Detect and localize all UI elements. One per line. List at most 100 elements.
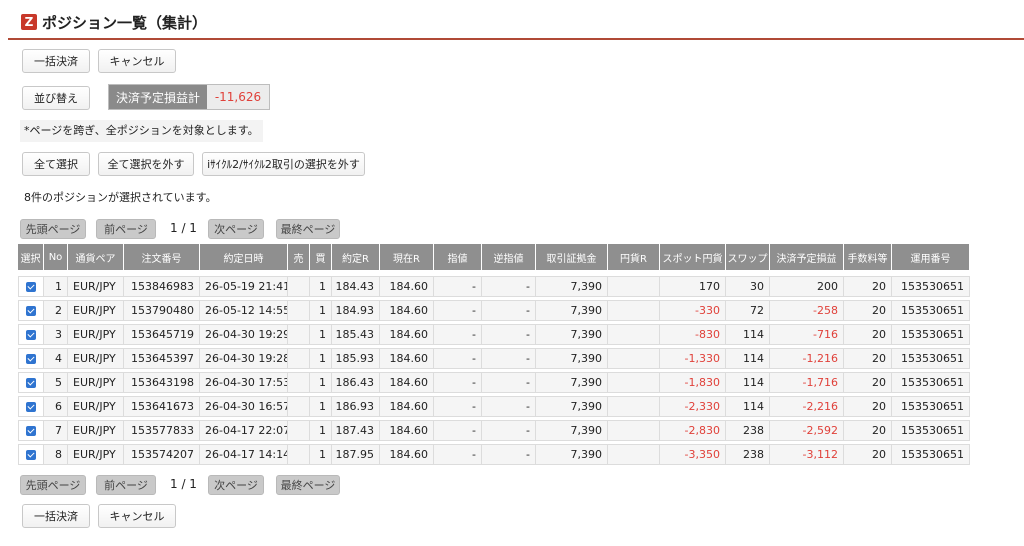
row-select-cell[interactable] (18, 300, 44, 321)
cell-buy: 1 (310, 348, 332, 369)
pager-next-button-top[interactable]: 次ページ (208, 219, 264, 239)
cell-order-no: 153641673 (124, 396, 200, 417)
pager-last-button-top[interactable]: 最終ページ (276, 219, 340, 239)
cell-current-rate: 184.60 (380, 372, 434, 393)
row-select-cell[interactable] (18, 276, 44, 297)
cell-limit: - (434, 324, 482, 345)
cell-stop: - (482, 276, 536, 297)
col-pair: 通貨ペア (68, 244, 124, 270)
settle-all-button-bottom[interactable]: 一括決済 (22, 504, 90, 528)
cell-exec-rate: 187.95 (332, 444, 380, 465)
brand-logo-icon: Z (21, 14, 37, 30)
cell-pair: EUR/JPY (68, 396, 124, 417)
cell-spot-yen: -2,830 (660, 420, 726, 441)
cell-pair: EUR/JPY (68, 300, 124, 321)
cell-pl: -1,216 (770, 348, 844, 369)
checkbox-checked-icon[interactable] (26, 401, 36, 412)
cell-limit: - (434, 420, 482, 441)
cell-spot-yen: -3,350 (660, 444, 726, 465)
table-row: 4 EUR/JPY 153645397 26-04-30 19:28 1 185… (18, 348, 970, 369)
checkbox-checked-icon[interactable] (26, 377, 36, 388)
pager-last-button-bottom[interactable]: 最終ページ (276, 475, 340, 495)
cell-no: 1 (44, 276, 68, 297)
cell-buy: 1 (310, 324, 332, 345)
cell-limit: - (434, 372, 482, 393)
cell-sell (288, 444, 310, 465)
cell-fee: 20 (844, 396, 892, 417)
cell-order-no: 153790480 (124, 300, 200, 321)
pl-summary-value: -11,626 (207, 85, 269, 109)
pager-prev-button-top[interactable]: 前ページ (96, 219, 156, 239)
cell-margin: 7,390 (536, 396, 608, 417)
cell-order-no: 153574207 (124, 444, 200, 465)
row-select-cell[interactable] (18, 372, 44, 393)
sort-button[interactable]: 並び替え (22, 86, 90, 110)
col-exec-rate: 約定R (332, 244, 380, 270)
checkbox-checked-icon[interactable] (26, 425, 36, 436)
cell-op-no: 153530651 (892, 348, 970, 369)
col-fee: 手数料等 (844, 244, 892, 270)
checkbox-checked-icon[interactable] (26, 305, 36, 316)
cell-no: 7 (44, 420, 68, 441)
cell-fee: 20 (844, 348, 892, 369)
table-row: 8 EUR/JPY 153574207 26-04-17 14:14 1 187… (18, 444, 970, 465)
cell-pair: EUR/JPY (68, 276, 124, 297)
checkbox-checked-icon[interactable] (26, 449, 36, 460)
cell-sell (288, 348, 310, 369)
notice-text: *ページを跨ぎ、全ポジションを対象とします。 (20, 120, 263, 142)
cell-pair: EUR/JPY (68, 444, 124, 465)
cell-datetime: 26-04-30 19:28 (200, 348, 288, 369)
cell-datetime: 26-04-17 22:07 (200, 420, 288, 441)
cell-buy: 1 (310, 300, 332, 321)
cell-yen-rate (608, 420, 660, 441)
col-sell: 売 (288, 244, 310, 270)
checkbox-checked-icon[interactable] (26, 329, 36, 340)
select-all-button[interactable]: 全て選択 (22, 152, 90, 176)
cell-swap: 238 (726, 420, 770, 441)
deselect-cycle-button[interactable]: iｻｲｸﾙ2/ｻｲｸﾙ2取引の選択を外す (202, 152, 365, 176)
settle-all-button-top[interactable]: 一括決済 (22, 49, 90, 73)
cell-margin: 7,390 (536, 348, 608, 369)
checkbox-checked-icon[interactable] (26, 353, 36, 364)
table-row: 6 EUR/JPY 153641673 26-04-30 16:57 1 186… (18, 396, 970, 417)
pager-prev-button-bottom[interactable]: 前ページ (96, 475, 156, 495)
row-select-cell[interactable] (18, 324, 44, 345)
cell-limit: - (434, 300, 482, 321)
cell-margin: 7,390 (536, 444, 608, 465)
cell-buy: 1 (310, 372, 332, 393)
cell-buy: 1 (310, 444, 332, 465)
row-select-cell[interactable] (18, 420, 44, 441)
cell-sell (288, 276, 310, 297)
row-select-cell[interactable] (18, 348, 44, 369)
selected-count-text: 8件のポジションが選択されています。 (20, 187, 221, 209)
cell-swap: 114 (726, 348, 770, 369)
cell-sell (288, 420, 310, 441)
cancel-button-top[interactable]: キャンセル (98, 49, 176, 73)
cell-margin: 7,390 (536, 276, 608, 297)
cell-stop: - (482, 444, 536, 465)
cell-exec-rate: 185.93 (332, 348, 380, 369)
cell-margin: 7,390 (536, 300, 608, 321)
cell-op-no: 153530651 (892, 372, 970, 393)
cancel-button-bottom[interactable]: キャンセル (98, 504, 176, 528)
col-margin: 取引証拠金 (536, 244, 608, 270)
cell-pl: -3,112 (770, 444, 844, 465)
cell-fee: 20 (844, 372, 892, 393)
cell-datetime: 26-05-12 14:55 (200, 300, 288, 321)
cell-fee: 20 (844, 444, 892, 465)
table-row: 1 EUR/JPY 153846983 26-05-19 21:41 1 184… (18, 276, 970, 297)
row-select-cell[interactable] (18, 396, 44, 417)
cell-exec-rate: 184.93 (332, 300, 380, 321)
cell-datetime: 26-04-30 19:29 (200, 324, 288, 345)
checkbox-checked-icon[interactable] (26, 281, 36, 292)
pager-first-button-top[interactable]: 先頭ページ (20, 219, 86, 239)
row-select-cell[interactable] (18, 444, 44, 465)
cell-datetime: 26-04-30 17:53 (200, 372, 288, 393)
pager-first-button-bottom[interactable]: 先頭ページ (20, 475, 86, 495)
deselect-all-button[interactable]: 全て選択を外す (98, 152, 194, 176)
cell-exec-rate: 187.43 (332, 420, 380, 441)
cell-fee: 20 (844, 420, 892, 441)
cell-datetime: 26-05-19 21:41 (200, 276, 288, 297)
cell-order-no: 153643198 (124, 372, 200, 393)
pager-next-button-bottom[interactable]: 次ページ (208, 475, 264, 495)
